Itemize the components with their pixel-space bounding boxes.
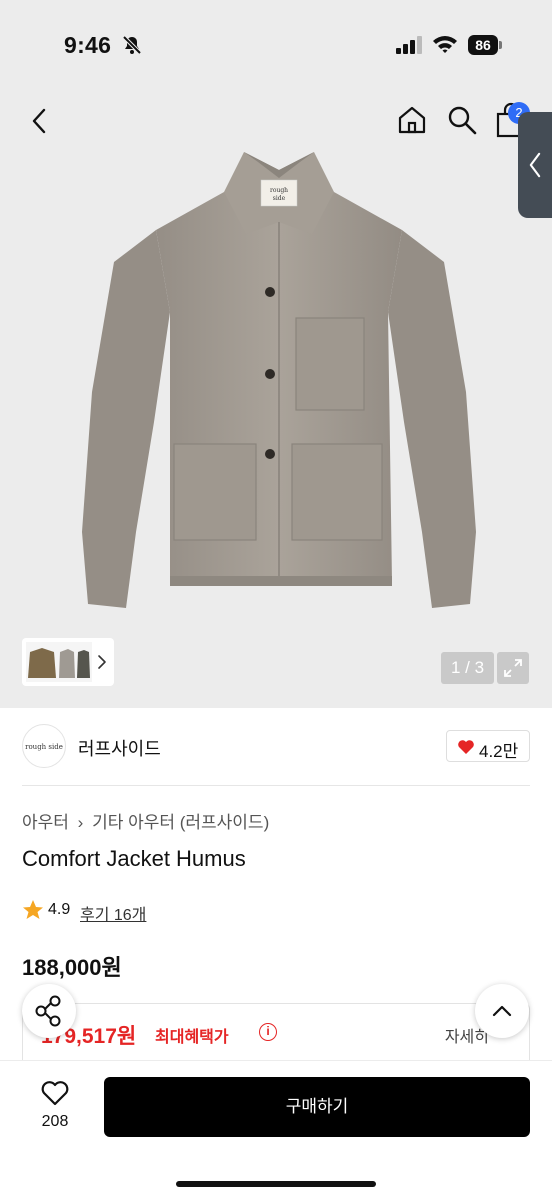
scroll-top-button[interactable] [475, 984, 529, 1038]
brand-logo-text: rough side [25, 743, 63, 751]
heart-icon [458, 740, 474, 754]
brand-logo[interactable]: rough side [22, 724, 66, 768]
expand-image-button[interactable] [497, 652, 529, 684]
signal-icon [396, 36, 422, 54]
product-image-gallery[interactable]: 2 rough side 1 / 3 [0, 90, 552, 708]
wishlist-button[interactable]: 208 [26, 1079, 84, 1139]
max-benefit-box[interactable]: 179,517원 최대혜택가 i 자세히 [22, 1003, 530, 1063]
search-icon[interactable] [446, 104, 478, 136]
home-indicator[interactable] [176, 1181, 376, 1187]
battery-icon: 86 [468, 35, 502, 55]
chevron-up-icon [492, 1005, 512, 1017]
battery-level: 86 [468, 35, 498, 55]
chevron-left-icon [529, 152, 541, 178]
share-button[interactable] [22, 984, 76, 1038]
buy-button[interactable]: 구매하기 [104, 1077, 530, 1137]
brand-like-button[interactable]: 4.2만 [446, 730, 530, 762]
bell-off-icon [122, 35, 142, 55]
brand-row[interactable]: rough side 러프사이드 4.2만 [22, 708, 530, 786]
back-icon[interactable] [26, 106, 54, 136]
thumbnail-image[interactable] [26, 642, 92, 682]
max-benefit-label: 최대혜택가 [155, 1029, 229, 1046]
wifi-icon [433, 36, 457, 53]
info-icon[interactable]: i [259, 1023, 277, 1041]
heart-outline-icon [41, 1081, 69, 1106]
rating-score: 4.9 [48, 901, 71, 918]
side-drawer-handle[interactable] [518, 112, 552, 218]
wishlist-count: 208 [41, 1113, 69, 1130]
home-icon[interactable] [396, 104, 428, 136]
status-time: 9:46 [64, 32, 112, 58]
svg-text:rough: rough [270, 187, 288, 194]
breadcrumb-item[interactable]: 기타 아우터 (러프사이드) [92, 813, 269, 832]
thumbnail-strip[interactable] [22, 638, 114, 686]
brand-name[interactable]: 러프사이드 [78, 735, 161, 761]
star-icon [23, 900, 43, 919]
share-icon [35, 995, 61, 1027]
svg-text:side: side [273, 195, 286, 202]
bottom-action-bar: 208 구매하기 [0, 1060, 552, 1200]
expand-icon [504, 659, 522, 677]
status-bar: 9:46 86 [0, 0, 552, 90]
chevron-right-icon [98, 655, 106, 669]
breadcrumb-item[interactable]: 아우터 [22, 813, 69, 832]
product-title: Comfort Jacket Humus [22, 846, 246, 871]
review-link[interactable]: 후기 16개 [80, 901, 146, 925]
image-page-counter: 1 / 3 [441, 652, 494, 684]
brand-like-count: 4.2만 [479, 742, 519, 761]
product-price: 188,000원 [22, 955, 122, 980]
product-image: rough side [82, 152, 476, 608]
chevron-right-icon: › [77, 813, 84, 832]
breadcrumb: 아우터 › 기타 아우터 (러프사이드) [22, 808, 269, 833]
